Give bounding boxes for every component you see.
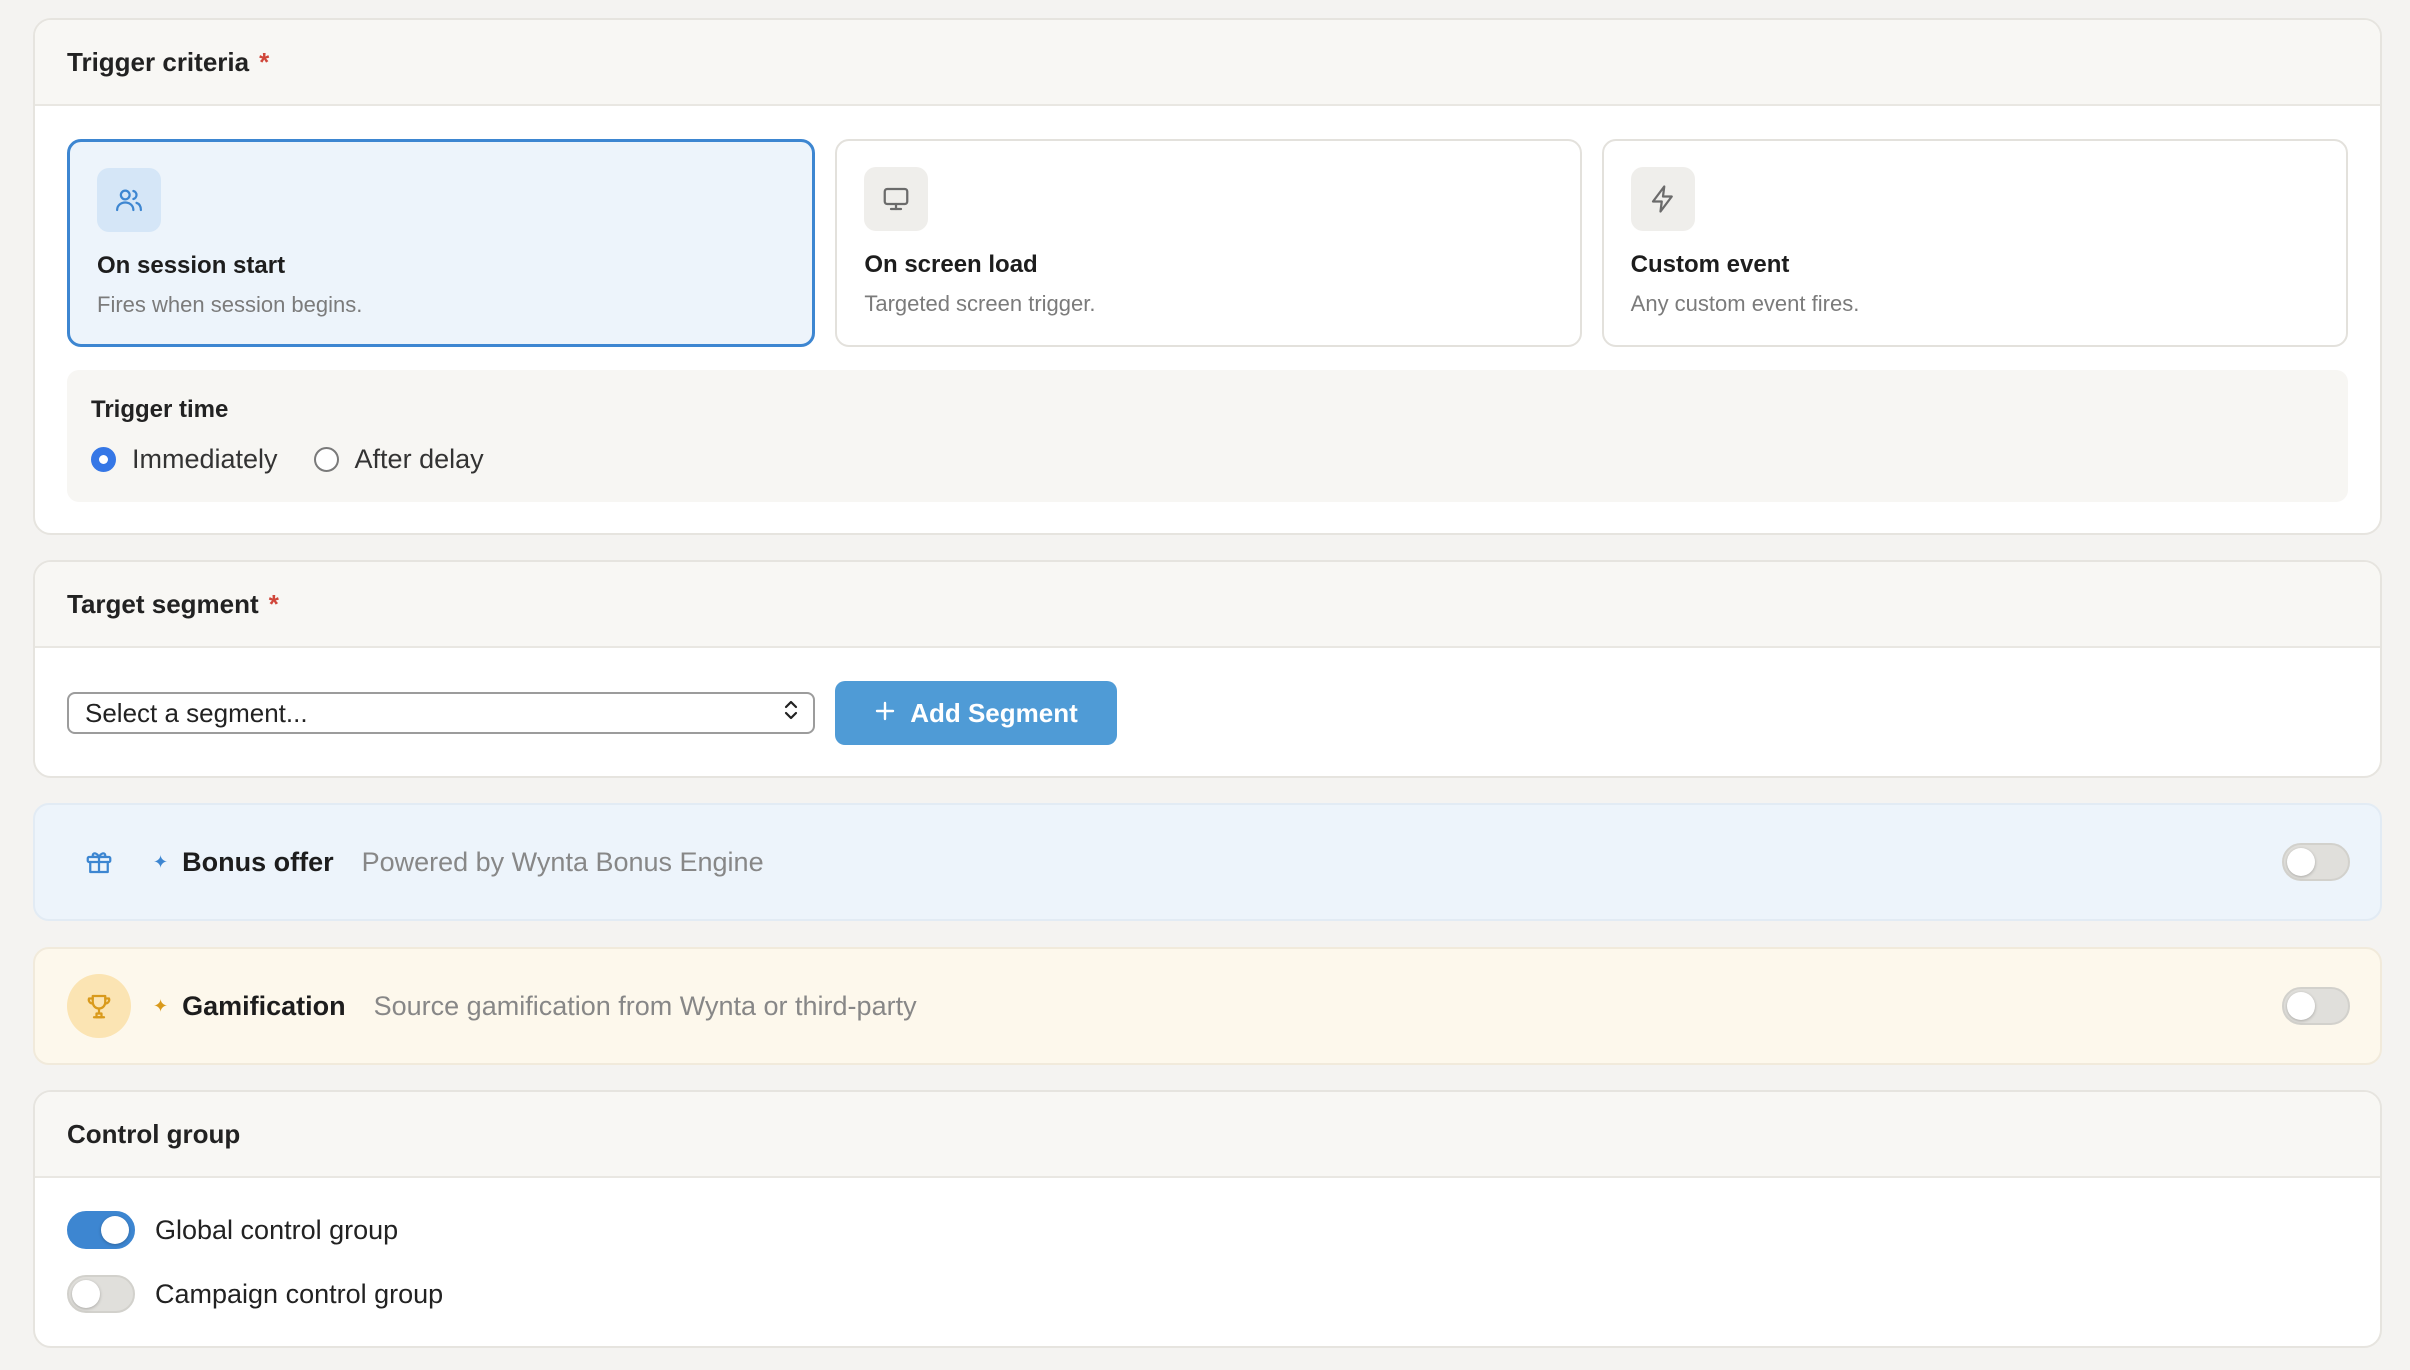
- radio-after-delay[interactable]: After delay: [313, 444, 484, 475]
- option-description: Targeted screen trigger.: [864, 291, 1096, 316]
- control-group-title: Control group: [67, 1118, 241, 1149]
- add-segment-button[interactable]: Add Segment: [835, 681, 1117, 745]
- campaign-settings-page: Trigger criteria * On session start Fire…: [0, 0, 2410, 1370]
- control-group-header: Control group: [35, 1092, 2380, 1178]
- trigger-time-panel: Trigger time Immediately After delay: [67, 370, 2348, 502]
- zap-icon: [1630, 167, 1695, 231]
- sparkle-icon: ✦: [153, 995, 169, 1016]
- global-control-group-toggle[interactable]: [67, 1211, 135, 1249]
- trigger-time-radios: Immediately After delay: [91, 444, 2348, 475]
- radio-immediately[interactable]: Immediately: [91, 444, 278, 475]
- global-control-group-row: Global control group: [67, 1211, 398, 1249]
- target-segment-header: Target segment *: [35, 562, 2380, 648]
- campaign-control-group-toggle[interactable]: [67, 1275, 135, 1313]
- option-description: Any custom event fires.: [1630, 291, 1860, 316]
- trophy-icon: [67, 974, 131, 1038]
- bonus-offer-toggle[interactable]: [2282, 843, 2350, 881]
- gamification-toggle[interactable]: [2282, 987, 2350, 1025]
- global-control-group-label: Global control group: [155, 1214, 399, 1245]
- target-segment-title: Target segment: [67, 588, 259, 619]
- trigger-criteria-card: Trigger criteria * On session start Fire…: [33, 18, 2382, 535]
- radio-label: After delay: [354, 444, 484, 474]
- campaign-control-group-row: Campaign control group: [67, 1275, 443, 1313]
- gift-icon: [67, 830, 131, 894]
- campaign-control-group-label: Campaign control group: [155, 1278, 444, 1309]
- radio-button[interactable]: [313, 447, 339, 472]
- option-title: On session start: [97, 252, 286, 279]
- trigger-option-screen-load[interactable]: On screen load Targeted screen trigger.: [835, 139, 1582, 347]
- control-group-card: Control group Global control group Campa…: [33, 1090, 2382, 1348]
- option-title: On screen load: [864, 251, 1038, 278]
- option-title: Custom event: [1630, 251, 1790, 278]
- trigger-option-custom-event[interactable]: Custom event Any custom event fires.: [1601, 139, 2348, 347]
- gamification-title: Gamification: [182, 990, 346, 1021]
- segment-controls: Select a segment... Add Segment: [67, 681, 1117, 745]
- trigger-options: On session start Fires when session begi…: [67, 139, 2348, 347]
- trigger-option-session-start[interactable]: On session start Fires when session begi…: [67, 139, 816, 347]
- select-chevron-icon: [783, 698, 799, 729]
- target-segment-card: Target segment * Select a segment... Add…: [33, 560, 2382, 778]
- radio-button-checked[interactable]: [91, 447, 116, 472]
- sparkle-icon: ✦: [153, 851, 169, 872]
- monitor-icon: [864, 167, 929, 231]
- trigger-time-label: Trigger time: [91, 396, 229, 423]
- required-mark: *: [268, 588, 279, 619]
- trigger-criteria-title: Trigger criteria: [67, 46, 250, 77]
- users-icon: [97, 168, 161, 232]
- segment-select-value: Select a segment...: [85, 697, 308, 728]
- gamification-subtitle: Source gamification from Wynta or third-…: [373, 990, 917, 1021]
- bonus-offer-subtitle: Powered by Wynta Bonus Engine: [361, 846, 764, 877]
- option-description: Fires when session begins.: [97, 292, 363, 317]
- gamification-row: ✦ Gamification Source gamification from …: [33, 947, 2382, 1065]
- radio-label: Immediately: [132, 444, 278, 474]
- bonus-offer-title: Bonus offer: [182, 846, 334, 877]
- plus-icon: [874, 698, 896, 729]
- trigger-criteria-header: Trigger criteria *: [35, 20, 2380, 106]
- required-mark: *: [259, 46, 270, 77]
- segment-select[interactable]: Select a segment...: [67, 692, 815, 734]
- bonus-offer-row: ✦ Bonus offer Powered by Wynta Bonus Eng…: [33, 803, 2382, 921]
- add-segment-label: Add Segment: [910, 697, 1078, 728]
